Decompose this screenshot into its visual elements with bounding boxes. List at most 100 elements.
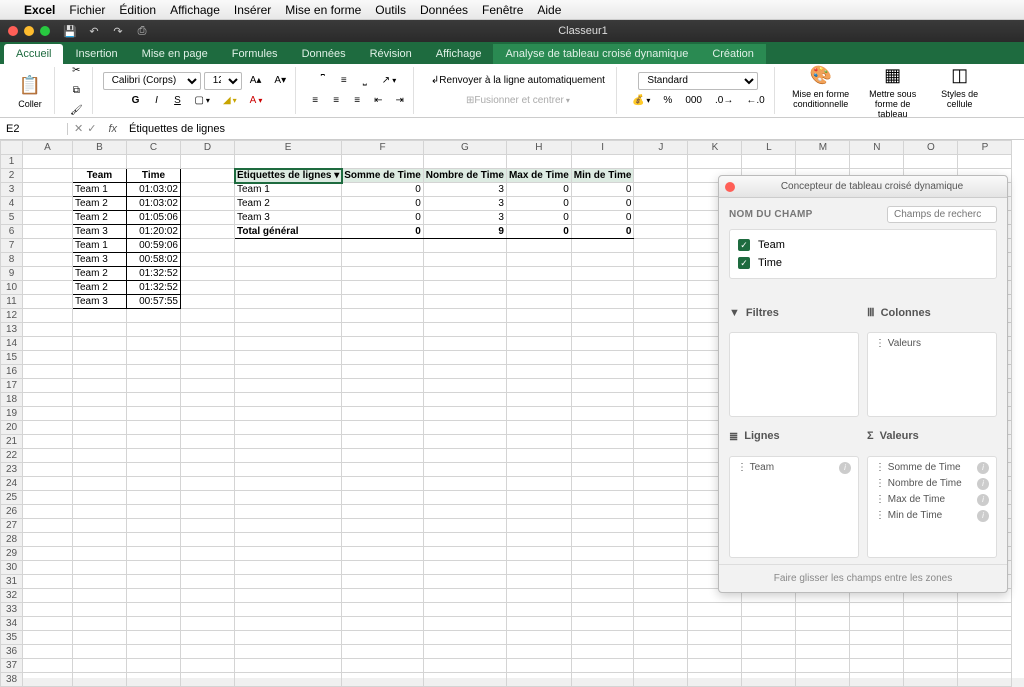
- cell-E23[interactable]: [235, 463, 342, 477]
- cell-B16[interactable]: [73, 365, 127, 379]
- cell-F29[interactable]: [342, 547, 424, 561]
- col-header-C[interactable]: C: [127, 141, 181, 155]
- col-header-E[interactable]: E: [235, 141, 342, 155]
- cell-E31[interactable]: [235, 575, 342, 589]
- row-header-7[interactable]: 7: [1, 239, 23, 253]
- fx-icon[interactable]: fx: [102, 123, 123, 135]
- cell-A32[interactable]: [23, 589, 73, 603]
- cell-J15[interactable]: [634, 351, 688, 365]
- cell-G14[interactable]: [423, 337, 506, 351]
- cell-M33[interactable]: [796, 603, 850, 617]
- cell-I14[interactable]: [571, 337, 634, 351]
- cell-F37[interactable]: [342, 659, 424, 673]
- cell-E7[interactable]: [235, 239, 342, 253]
- cell-B2[interactable]: Team: [73, 169, 127, 183]
- filters-dropzone[interactable]: [729, 332, 859, 416]
- name-box[interactable]: E2: [0, 123, 68, 135]
- cell-E3[interactable]: Team 1: [235, 183, 342, 197]
- col-header-L[interactable]: L: [742, 141, 796, 155]
- cell-H27[interactable]: [506, 519, 571, 533]
- cell-G25[interactable]: [423, 491, 506, 505]
- cell-D9[interactable]: [181, 267, 235, 281]
- cell-F2[interactable]: Somme de Time: [342, 169, 424, 183]
- cell-D7[interactable]: [181, 239, 235, 253]
- cell-J29[interactable]: [634, 547, 688, 561]
- cell-J6[interactable]: [634, 225, 688, 239]
- cell-I29[interactable]: [571, 547, 634, 561]
- cell-F36[interactable]: [342, 645, 424, 659]
- cell-F3[interactable]: 0: [342, 183, 424, 197]
- cell-B7[interactable]: Team 1: [73, 239, 127, 253]
- cell-C16[interactable]: [127, 365, 181, 379]
- cell-E18[interactable]: [235, 393, 342, 407]
- cell-A12[interactable]: [23, 309, 73, 323]
- cell-C3[interactable]: 01:03:02: [127, 183, 181, 197]
- cell-O1[interactable]: [904, 155, 958, 169]
- save-icon[interactable]: 💾: [62, 23, 78, 39]
- cell-C15[interactable]: [127, 351, 181, 365]
- app-name[interactable]: Excel: [24, 3, 55, 17]
- cell-J28[interactable]: [634, 533, 688, 547]
- cell-H7[interactable]: [506, 239, 571, 253]
- cell-F31[interactable]: [342, 575, 424, 589]
- merge-button[interactable]: ⊞ Fusionner et centrer: [459, 92, 577, 110]
- cell-E29[interactable]: [235, 547, 342, 561]
- row-header-34[interactable]: 34: [1, 617, 23, 631]
- pivot-field-panel[interactable]: Concepteur de tableau croisé dynamique N…: [718, 175, 1008, 593]
- cell-F12[interactable]: [342, 309, 424, 323]
- cell-A37[interactable]: [23, 659, 73, 673]
- cell-F5[interactable]: 0: [342, 211, 424, 225]
- cell-J25[interactable]: [634, 491, 688, 505]
- cell-J22[interactable]: [634, 449, 688, 463]
- cell-G35[interactable]: [423, 631, 506, 645]
- row-header-37[interactable]: 37: [1, 659, 23, 673]
- cell-K34[interactable]: [688, 617, 742, 631]
- cell-C19[interactable]: [127, 407, 181, 421]
- cell-B1[interactable]: [73, 155, 127, 169]
- checkbox-icon[interactable]: ✓: [738, 239, 750, 251]
- cell-H33[interactable]: [506, 603, 571, 617]
- format-painter-icon[interactable]: 🖌: [65, 102, 88, 119]
- cell-A16[interactable]: [23, 365, 73, 379]
- cell-F10[interactable]: [342, 281, 424, 295]
- cell-A35[interactable]: [23, 631, 73, 645]
- cell-J9[interactable]: [634, 267, 688, 281]
- enter-formula-icon[interactable]: ✓: [87, 122, 96, 135]
- cell-A2[interactable]: [23, 169, 73, 183]
- cell-F4[interactable]: 0: [342, 197, 424, 211]
- cell-J13[interactable]: [634, 323, 688, 337]
- cell-I35[interactable]: [571, 631, 634, 645]
- cell-D24[interactable]: [181, 477, 235, 491]
- cell-C22[interactable]: [127, 449, 181, 463]
- cell-A9[interactable]: [23, 267, 73, 281]
- cell-I27[interactable]: [571, 519, 634, 533]
- cell-M37[interactable]: [796, 659, 850, 673]
- info-icon[interactable]: i: [977, 478, 989, 490]
- row-header-15[interactable]: 15: [1, 351, 23, 365]
- cell-E21[interactable]: [235, 435, 342, 449]
- cell-M36[interactable]: [796, 645, 850, 659]
- cell-E11[interactable]: [235, 295, 342, 309]
- cell-O38[interactable]: [904, 673, 958, 687]
- cell-C6[interactable]: 01:20:02: [127, 225, 181, 239]
- row-header-4[interactable]: 4: [1, 197, 23, 211]
- cell-C4[interactable]: 01:03:02: [127, 197, 181, 211]
- menu-fenetre[interactable]: Fenêtre: [482, 3, 523, 17]
- row-header-3[interactable]: 3: [1, 183, 23, 197]
- cell-F27[interactable]: [342, 519, 424, 533]
- row-header-1[interactable]: 1: [1, 155, 23, 169]
- cell-D22[interactable]: [181, 449, 235, 463]
- cell-E1[interactable]: [235, 155, 342, 169]
- cell-E5[interactable]: Team 3: [235, 211, 342, 225]
- redo-icon[interactable]: ↷: [110, 23, 126, 39]
- cell-G29[interactable]: [423, 547, 506, 561]
- cell-C11[interactable]: 00:57:55: [127, 295, 181, 309]
- currency-icon[interactable]: 💰: [627, 92, 655, 110]
- cell-J37[interactable]: [634, 659, 688, 673]
- cell-C8[interactable]: 00:58:02: [127, 253, 181, 267]
- cell-B24[interactable]: [73, 477, 127, 491]
- border-button[interactable]: ▢: [189, 92, 214, 110]
- cell-J27[interactable]: [634, 519, 688, 533]
- cell-F38[interactable]: [342, 673, 424, 687]
- cell-F1[interactable]: [342, 155, 424, 169]
